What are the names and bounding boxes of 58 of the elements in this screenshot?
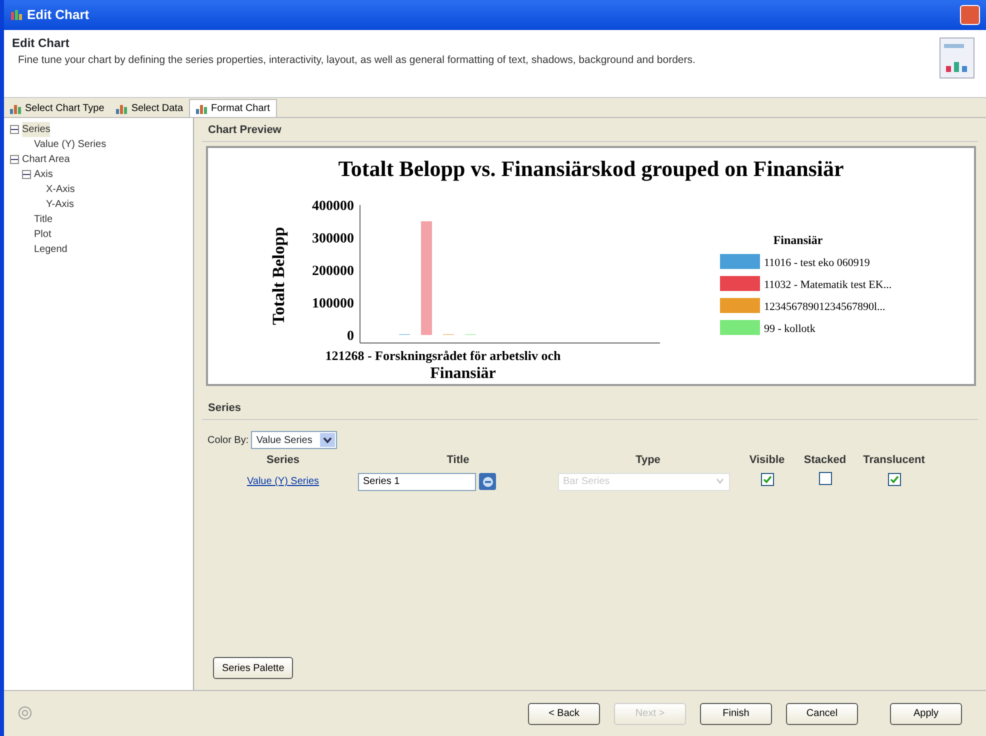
column-header: Translucent (862, 452, 926, 468)
expander-icon[interactable] (22, 170, 31, 179)
tree-item[interactable]: X-Axis (46, 182, 75, 197)
legend-label: 12345678901234567890l... (764, 301, 886, 313)
y-tick-label: 0 (347, 329, 354, 344)
field-label: Color By: (208, 434, 249, 448)
tree-item[interactable]: Chart Area (22, 152, 70, 167)
y-axis-title: Totalt Belopp (269, 226, 288, 326)
tree-item[interactable]: Axis (34, 167, 53, 182)
column-header: Type (634, 452, 662, 468)
section-heading: Series (202, 396, 978, 420)
y-tick-label: 100000 (312, 296, 354, 312)
legend-label: 11032 - Matematik test EK... (764, 279, 892, 291)
color-by-dropdown[interactable]: Value Series (251, 431, 338, 449)
x-category-label: 121268 - Forskningsrådet för arbetsliv och (325, 348, 561, 363)
column-header: Visible (748, 452, 786, 468)
tree-item[interactable]: Series (22, 122, 50, 137)
section-heading: Chart Preview (202, 118, 978, 142)
y-tick-label: 300000 (312, 232, 354, 246)
app-icon (10, 9, 22, 21)
tree-item[interactable]: Y-Axis (46, 197, 74, 212)
tree-item[interactable]: Legend (34, 242, 68, 257)
legend-label: 99 - kollotk (764, 323, 816, 335)
y-tick-label: 200000 (312, 264, 354, 279)
series-palette-button[interactable]: Series Palette (213, 657, 294, 679)
tab[interactable]: Format Chart (189, 99, 277, 117)
page-description: Fine tune your chart by defining the series properties, interactivity, layout, as well as general formatting of text, shadows, background and borders. (18, 54, 696, 67)
checkbox[interactable] (888, 473, 900, 486)
function-icon[interactable] (478, 473, 496, 490)
title-input[interactable]: Series 1 (358, 472, 476, 490)
checkbox[interactable] (818, 472, 832, 486)
column-header: Stacked (802, 452, 848, 468)
legend-label: 11016 - test eko 060919 (764, 257, 870, 269)
y-tick-label: 400000 (312, 199, 354, 214)
page-title: Edit Chart (12, 36, 70, 50)
x-axis-title: Finansiär (430, 365, 496, 382)
tab-icon (116, 102, 128, 114)
tree-item[interactable]: Title (34, 212, 53, 227)
tab[interactable]: Select Chart Type (4, 99, 110, 117)
series-link[interactable]: Value (Y) Series (208, 474, 358, 489)
expander-icon[interactable] (10, 155, 19, 164)
tab-icon (196, 103, 208, 114)
tab[interactable]: Select Data (110, 99, 190, 117)
close-button[interactable] (960, 5, 980, 25)
tree-item[interactable]: Value (Y) Series (34, 137, 106, 152)
checkbox[interactable] (760, 473, 774, 486)
column-header: Series (265, 452, 301, 468)
chart-title: Totalt Belopp vs. Finansiärskod grouped on Finansiär (338, 156, 844, 181)
legend-title: Finansiär (773, 233, 823, 247)
column-header: Title (446, 452, 470, 468)
window-title: Edit Chart (27, 6, 90, 24)
tab-icon (10, 102, 22, 114)
dialog-button[interactable]: Apply (890, 702, 962, 724)
dialog-button[interactable]: Cancel (786, 702, 858, 724)
dialog-button[interactable]: < Back (528, 702, 600, 724)
expander-icon[interactable] (10, 125, 19, 134)
dialog-button[interactable]: Finish (700, 702, 772, 724)
tree-item[interactable]: Plot (34, 227, 52, 242)
